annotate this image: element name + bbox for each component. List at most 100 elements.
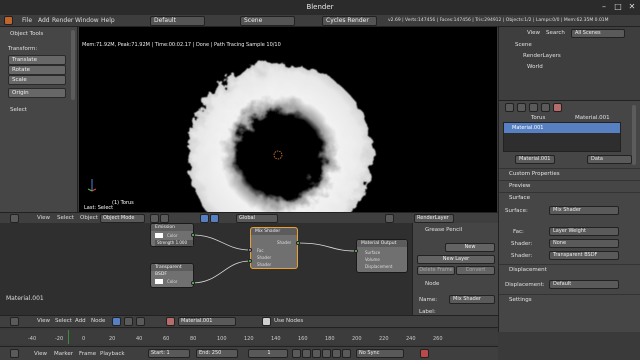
select-panel-title[interactable]: Select	[10, 107, 27, 113]
rotate-button[interactable]: Rotate	[8, 65, 66, 75]
menu-help[interactable]: Help	[101, 17, 115, 24]
timeline[interactable]: View Marker Frame Playback Start: 1 End:…	[0, 330, 498, 360]
play-icon[interactable]	[322, 349, 331, 358]
shader-nodes-icon[interactable]	[112, 317, 121, 326]
close-button[interactable]: ✕	[625, 2, 639, 12]
scene-select[interactable]: Scene	[240, 16, 295, 26]
node-menu-select[interactable]: Select	[55, 318, 72, 324]
world-tab-icon[interactable]	[529, 103, 538, 112]
mix-output-socket[interactable]	[296, 241, 300, 245]
outliner-item-scene[interactable]: Scene	[515, 42, 532, 48]
outliner-menu-view[interactable]: View	[527, 30, 540, 36]
last-operator-label[interactable]: Last: Select	[84, 205, 113, 211]
surface-section[interactable]: Surface	[499, 192, 640, 202]
delete-frame-button[interactable]: Delete Frame	[417, 266, 455, 275]
timeline-menu-marker[interactable]: Marker	[54, 351, 73, 357]
timeline-editor-type-icon[interactable]	[10, 349, 19, 358]
surface-shader-select[interactable]: Mix Shader	[549, 206, 619, 215]
toolshelf-scrollbar[interactable]	[71, 30, 75, 100]
play-reverse-icon[interactable]	[312, 349, 321, 358]
material-slot-item[interactable]: Material.001	[504, 123, 620, 133]
node-panel-title[interactable]: Node	[425, 281, 439, 287]
grease-new-button[interactable]: New	[445, 243, 495, 252]
material-link-select[interactable]: Data	[587, 155, 632, 164]
auto-keying-icon[interactable]	[420, 349, 429, 358]
scale-button[interactable]: Scale	[8, 75, 66, 85]
shader1-input-select[interactable]: None	[549, 239, 619, 248]
translate-manipulator-icon[interactable]	[210, 214, 219, 223]
node-menu-add[interactable]: Add	[75, 318, 86, 324]
origin-button[interactable]: Origin	[8, 88, 66, 98]
view3d-menu-select[interactable]: Select	[57, 215, 74, 221]
view3d-menu-view[interactable]: View	[37, 215, 50, 221]
layers-icon[interactable]	[385, 214, 394, 223]
material-slot-list[interactable]: Material.001	[503, 122, 621, 152]
current-frame-field[interactable]: 1	[248, 349, 288, 358]
object-tab-icon[interactable]	[541, 103, 550, 112]
translate-button[interactable]: Translate	[8, 55, 66, 65]
material-browse-icon[interactable]	[166, 317, 175, 326]
preview-section[interactable]: Preview	[499, 180, 640, 190]
mix-shader-socket[interactable]	[248, 259, 252, 263]
new-layer-button[interactable]: New Layer	[417, 255, 495, 264]
minimize-button[interactable]: –	[597, 2, 611, 12]
shading-icon[interactable]	[150, 214, 159, 223]
editor-type-icon[interactable]	[10, 214, 19, 223]
mix-fac-socket[interactable]	[248, 248, 252, 252]
menu-window[interactable]: Window	[75, 17, 99, 24]
next-keyframe-icon[interactable]	[332, 349, 341, 358]
emission-color-swatch[interactable]	[155, 233, 163, 238]
node-material-field[interactable]: Material.001	[178, 317, 236, 326]
transparent-bsdf-node[interactable]: Transparent BSDF Color	[150, 263, 194, 288]
transparent-color-swatch[interactable]	[155, 279, 163, 284]
outliner-menu-search[interactable]: Search	[546, 30, 565, 36]
outliner-filter-select[interactable]: All Scenes	[571, 29, 625, 38]
grease-pencil-panel-title[interactable]: Grease Pencil	[425, 227, 462, 233]
orientation-select[interactable]: Global	[236, 214, 278, 223]
emission-node[interactable]: Emission Color Strength 1.000	[150, 223, 194, 247]
node-name-field[interactable]: Mix Shader	[449, 295, 495, 304]
fac-input-select[interactable]: Layer Weight	[549, 227, 619, 236]
emission-strength-field[interactable]: Strength 1.000	[155, 240, 193, 246]
output-surface-socket[interactable]	[354, 249, 358, 253]
timeline-menu-view[interactable]: View	[34, 351, 47, 357]
3d-viewport[interactable]: Mem:71.92M, Peak:71.92M | Time:00:02.17 …	[79, 27, 497, 212]
current-frame-marker[interactable]	[68, 330, 69, 344]
outliner-item-world[interactable]: World	[527, 64, 543, 70]
timeline-menu-frame[interactable]: Frame	[79, 351, 96, 357]
node-menu-node[interactable]: Node	[91, 318, 105, 324]
emission-output-socket[interactable]	[191, 233, 195, 237]
menu-add[interactable]: Add	[38, 17, 50, 24]
node-menu-view[interactable]: View	[37, 318, 50, 324]
jump-end-icon[interactable]	[342, 349, 351, 358]
outliner-item-renderlayers[interactable]: RenderLayers	[523, 53, 561, 59]
sync-mode-select[interactable]: No Sync	[356, 349, 404, 358]
scene-tab-icon[interactable]	[517, 103, 526, 112]
render-tab-icon[interactable]	[505, 103, 514, 112]
texture-nodes-icon[interactable]	[124, 317, 133, 326]
object-tools-panel-title[interactable]: Object Tools	[10, 31, 43, 37]
compositing-nodes-icon[interactable]	[136, 317, 145, 326]
transparent-output-socket[interactable]	[191, 281, 195, 285]
settings-section[interactable]: Settings	[499, 294, 640, 304]
displacement-section[interactable]: Displacement	[499, 264, 640, 274]
mode-select[interactable]: Object Mode	[100, 214, 145, 223]
shader2-input-select[interactable]: Transparent BSDF	[549, 251, 619, 260]
timeline-menu-playback[interactable]: Playback	[100, 351, 125, 357]
mix-shader-node[interactable]: Mix Shader Shader Fac Shader Shader	[250, 227, 298, 269]
use-nodes-checkbox[interactable]	[262, 317, 271, 326]
maximize-button[interactable]: □	[611, 2, 625, 12]
render-engine-select[interactable]: Cycles Render	[322, 16, 377, 26]
material-output-node[interactable]: Material Output Surface Volume Displacem…	[356, 239, 408, 273]
displacement-select[interactable]: Default	[549, 280, 619, 289]
menu-render[interactable]: Render	[52, 17, 73, 24]
pivot-icon[interactable]	[160, 214, 169, 223]
view3d-menu-object[interactable]: Object	[80, 215, 98, 221]
end-frame-field[interactable]: End: 250	[196, 349, 238, 358]
custom-properties-section[interactable]: Custom Properties	[499, 168, 640, 178]
material-tab-icon[interactable]	[553, 103, 562, 112]
menu-file[interactable]: File	[22, 17, 32, 24]
material-name-field[interactable]: Material.001	[515, 155, 555, 164]
node-editor[interactable]: Emission Color Strength 1.000 Transparen…	[0, 223, 412, 315]
manipulator-icon[interactable]	[200, 214, 209, 223]
